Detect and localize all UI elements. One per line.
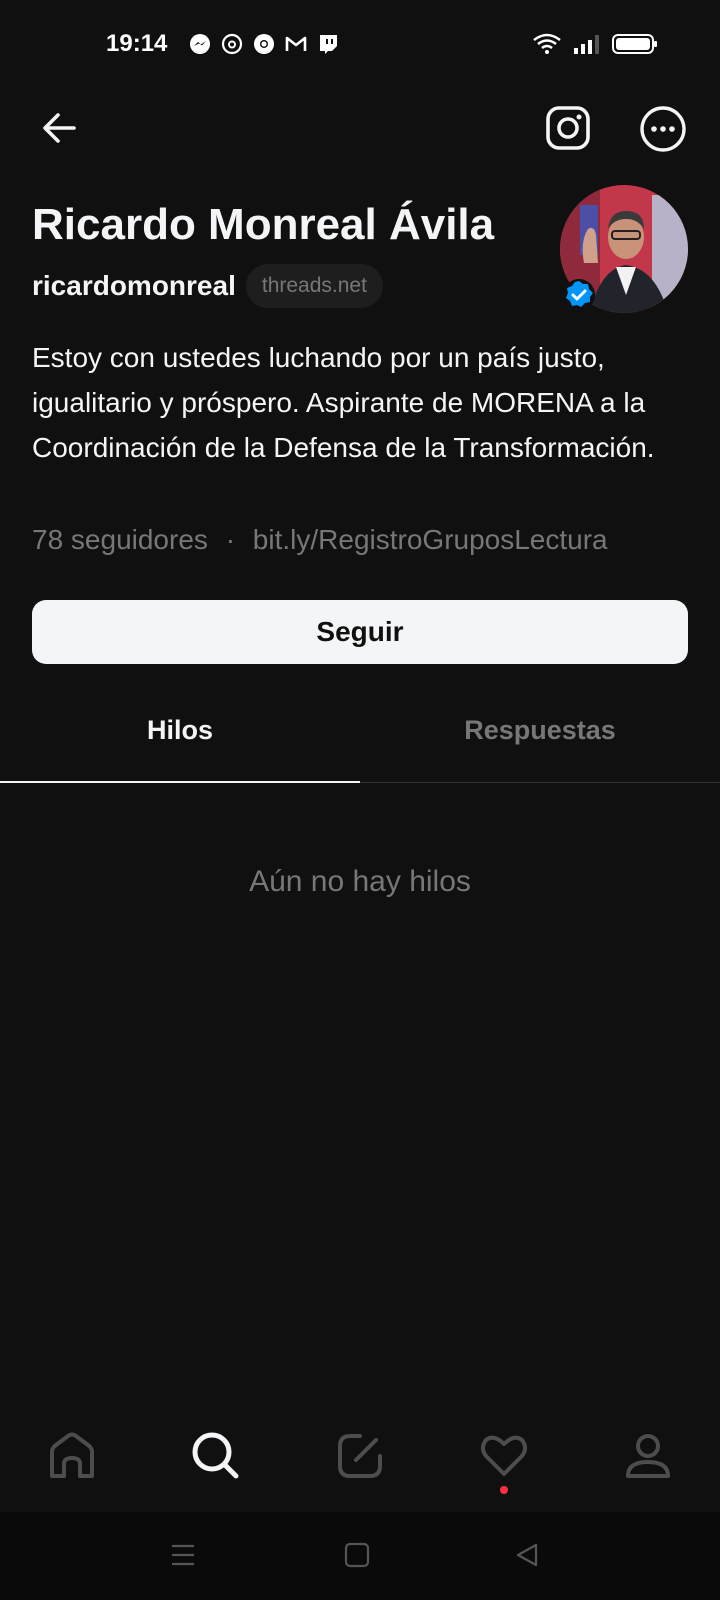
status-time: 19:14 xyxy=(106,30,168,57)
more-options-icon xyxy=(640,106,686,152)
messenger-icon xyxy=(190,34,210,54)
nav-profile-button[interactable] xyxy=(620,1428,676,1484)
system-icons xyxy=(532,32,658,56)
twitch-icon xyxy=(320,35,337,54)
back-arrow-icon xyxy=(43,113,76,143)
back-system-button[interactable] xyxy=(514,1542,540,1573)
gmail-icon xyxy=(285,36,307,51)
profile-meta: 78 seguidores · bit.ly/RegistroGruposLec… xyxy=(32,524,608,556)
nav-compose-button[interactable] xyxy=(332,1428,388,1484)
menu-lines-icon xyxy=(172,1544,194,1566)
activity-heart-icon xyxy=(481,1435,527,1476)
threads-icon xyxy=(221,33,243,55)
profile-bio: Estoy con ustedes luchando por un país j… xyxy=(32,342,655,463)
empty-state-message: Aún no hay hilos xyxy=(249,865,471,898)
meta-separator: · xyxy=(225,524,236,555)
battery-icon xyxy=(612,34,657,54)
profile-icon xyxy=(626,1434,670,1478)
wifi-icon xyxy=(533,33,561,54)
recent-apps-button[interactable] xyxy=(170,1542,196,1573)
instagram-icon xyxy=(546,106,590,150)
profile-link[interactable]: bit.ly/RegistroGruposLectura xyxy=(253,524,608,555)
signal-icon xyxy=(574,35,599,54)
username-row: ricardomonreal threads.net xyxy=(32,264,383,308)
search-icon xyxy=(192,1432,239,1479)
follow-button[interactable]: Seguir xyxy=(32,600,688,664)
nav-search-button[interactable] xyxy=(188,1428,244,1484)
active-tab-indicator xyxy=(0,781,360,783)
tab-hilos[interactable]: Hilos xyxy=(0,715,360,746)
nav-activity-button[interactable] xyxy=(476,1428,532,1484)
chrome-icon xyxy=(254,34,274,54)
notification-icons xyxy=(188,32,340,56)
triangle-back-icon xyxy=(516,1543,538,1567)
square-home-icon xyxy=(344,1542,370,1568)
home-system-button[interactable] xyxy=(344,1542,370,1573)
verified-badge-icon xyxy=(562,278,596,312)
nav-home-button[interactable] xyxy=(44,1428,100,1484)
activity-notification-dot xyxy=(500,1486,508,1494)
instagram-button[interactable] xyxy=(544,104,592,152)
profile-name: Ricardo Monreal Ávila xyxy=(32,200,495,249)
followers-count[interactable]: 78 seguidores xyxy=(32,524,208,555)
back-button[interactable] xyxy=(36,104,84,152)
more-options-button[interactable] xyxy=(638,104,688,154)
username: ricardomonreal xyxy=(32,270,236,301)
compose-icon xyxy=(338,1434,382,1478)
tab-respuestas[interactable]: Respuestas xyxy=(360,715,720,746)
domain-badge[interactable]: threads.net xyxy=(245,264,383,308)
home-icon xyxy=(50,1432,94,1478)
